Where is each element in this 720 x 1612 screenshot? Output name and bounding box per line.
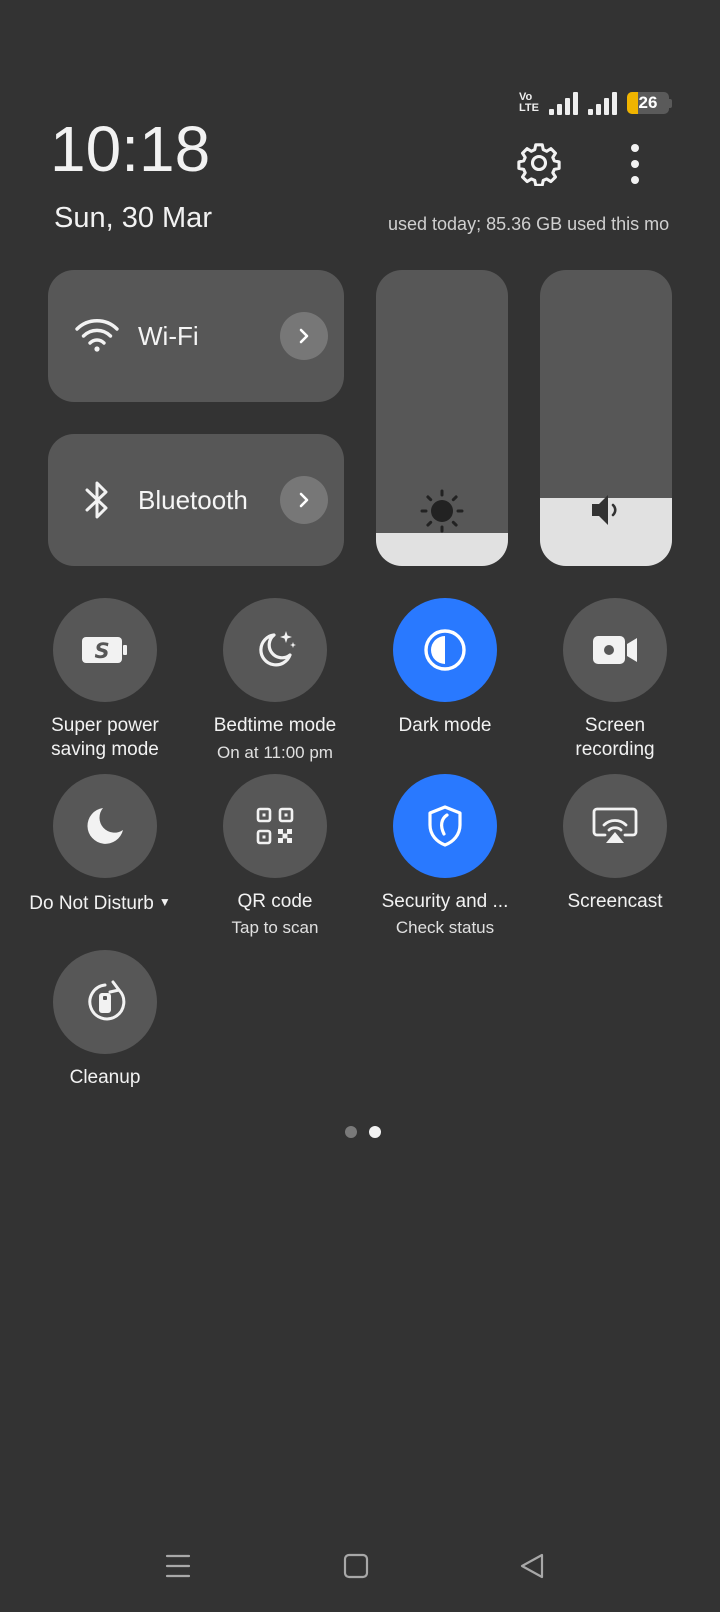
wifi-tile[interactable]: Wi-Fi xyxy=(48,270,344,402)
gear-icon[interactable] xyxy=(516,140,562,187)
status-bar: Vo LTE 26 xyxy=(519,88,672,118)
more-vert-icon[interactable] xyxy=(620,142,650,186)
cleanup-toggle[interactable] xyxy=(53,950,157,1054)
wifi-icon xyxy=(74,313,120,359)
super-power-saving-toggle[interactable]: S xyxy=(53,598,157,702)
brightness-level-fill xyxy=(376,533,508,566)
bluetooth-label: Bluetooth xyxy=(138,484,248,515)
bluetooth-details-button[interactable] xyxy=(280,476,328,524)
screencast-label: Screencast xyxy=(567,891,663,912)
bluetooth-tile[interactable]: Bluetooth xyxy=(48,434,344,566)
screen-recording-toggle[interactable] xyxy=(563,598,667,702)
data-usage-text: used today; 85.36 GB used this month xyxy=(388,214,670,234)
page-indicator-1[interactable] xyxy=(345,1126,357,1138)
moon-stars-icon xyxy=(259,631,296,667)
dark-mode-label: Dark mode xyxy=(398,715,492,736)
brightness-slider[interactable] xyxy=(376,270,508,566)
shield-icon xyxy=(428,805,462,847)
volume-slider[interactable] xyxy=(540,270,672,566)
cleanup-label: Cleanup xyxy=(69,1067,141,1088)
home-icon[interactable] xyxy=(342,1552,370,1585)
chevron-right-icon xyxy=(299,328,309,344)
contrast-icon xyxy=(424,629,466,671)
battery-icon: 26 xyxy=(627,92,669,114)
cleanup-icon xyxy=(88,980,126,1021)
volte-indicator: Vo LTE xyxy=(519,91,539,114)
screencast-toggle[interactable] xyxy=(563,774,667,878)
dark-mode-toggle[interactable] xyxy=(393,598,497,702)
volume-icon xyxy=(540,490,672,530)
chevron-right-icon xyxy=(299,492,309,508)
security-sub: Check status xyxy=(395,918,495,937)
clock: 10:18 xyxy=(50,113,211,185)
back-icon[interactable] xyxy=(518,1552,546,1585)
qr-code-icon xyxy=(256,807,294,845)
do-not-disturb-toggle[interactable] xyxy=(53,774,157,878)
signal-strength-icon-sim1 xyxy=(549,91,578,115)
svg-text:S: S xyxy=(94,639,109,663)
dropdown-arrow-icon[interactable]: ▼ xyxy=(159,895,171,909)
menu-icon[interactable] xyxy=(164,1552,192,1585)
qr-code-label: QR code xyxy=(237,891,313,912)
screencast-icon xyxy=(592,807,638,843)
brightness-icon xyxy=(376,488,508,534)
page-indicator-2[interactable] xyxy=(369,1126,381,1138)
date: Sun, 30 Mar xyxy=(54,202,212,234)
wifi-details-button[interactable] xyxy=(280,312,328,360)
do-not-disturb-label: Do Not Disturb ▼ xyxy=(29,893,171,914)
qr-code-toggle[interactable] xyxy=(223,774,327,878)
moon-icon xyxy=(87,808,123,844)
security-label: Security and ... xyxy=(381,891,509,912)
battery-saver-icon: S xyxy=(82,637,127,663)
bedtime-mode-toggle[interactable] xyxy=(223,598,327,702)
super-power-saving-label: Super power saving mode xyxy=(51,715,159,760)
security-toggle[interactable] xyxy=(393,774,497,878)
wifi-label: Wi-Fi xyxy=(138,320,199,351)
battery-level: 26 xyxy=(638,93,658,112)
signal-strength-icon-sim2 xyxy=(588,91,617,115)
screen-recording-label: Screen recording xyxy=(575,715,655,760)
bedtime-mode-sub: On at 11:00 pm xyxy=(217,743,333,762)
bedtime-mode-label: Bedtime mode xyxy=(213,715,337,736)
qr-code-sub: Tap to scan xyxy=(231,918,319,937)
bluetooth-icon xyxy=(74,477,120,523)
video-camera-icon xyxy=(593,636,637,664)
